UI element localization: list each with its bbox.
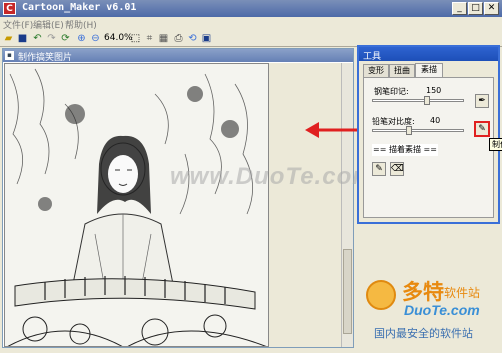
tooltip: 制作铅笔 (489, 138, 502, 151)
minimize-button[interactable]: _ (452, 2, 467, 15)
sketch-tab-panel: 钢笔印记: 150 ✒ 铅笔对比度: 40 ✎ == 描着素描 == ✎ ⌫ (363, 77, 494, 218)
vertical-scrollbar[interactable] (341, 63, 353, 347)
eraser-tool-icon[interactable]: ⌫ (390, 162, 404, 176)
tab-distort[interactable]: 扭曲 (389, 64, 415, 77)
tab-deform[interactable]: 变形 (363, 64, 389, 77)
tool-panel: 工具 变形 扭曲 素描 钢笔印记: 150 ✒ 铅笔对比度: 40 ✎ == 描… (357, 45, 500, 224)
print-icon[interactable]: ⎙ (172, 32, 185, 45)
pencil-sketch-image (5, 64, 268, 346)
site-logo: 多特 软件站 DuoTe.com 国内最安全的软件站 (362, 270, 502, 353)
zoom-in-icon[interactable]: ⊕ (75, 32, 88, 45)
app-icon: C (3, 2, 16, 15)
zoom-out-icon[interactable]: ⊖ (89, 32, 102, 45)
pen-mark-value: 150 (426, 86, 442, 95)
undo-icon[interactable]: ↶ (31, 32, 44, 45)
logo-sub-text: 软件站 (444, 286, 481, 300)
mascot-icon (366, 280, 396, 310)
select-icon[interactable]: ⬚ (129, 32, 142, 45)
sketch-canvas[interactable] (4, 63, 269, 347)
menu-bar: 文件(F) 编辑(E) 帮助(H) (0, 17, 502, 31)
sketch-mode-field[interactable]: == 描着素描 == (372, 144, 438, 156)
make-pencil-button[interactable]: ✎ (474, 121, 490, 137)
image-window-title-bar: ▪ 制作搞笑图片 (3, 49, 353, 63)
pen-mark-slider[interactable] (372, 99, 464, 102)
menu-file[interactable]: 文件(F) (3, 18, 33, 31)
pencil-tool-icon[interactable]: ✎ (372, 162, 386, 176)
crop-icon[interactable]: ⌗ (143, 32, 156, 45)
pencil-contrast-slider-thumb[interactable] (405, 126, 412, 135)
maximize-button[interactable]: □ (468, 2, 483, 15)
watermark: www.DuoTe.com (170, 163, 375, 190)
save-icon[interactable]: ■ (16, 32, 29, 45)
window-title: Cartoon_Maker v6.01 (22, 2, 137, 13)
image-window-title: 制作搞笑图片 (18, 53, 73, 63)
layers-icon[interactable]: ▦ (157, 32, 170, 45)
workspace-background (269, 63, 341, 347)
logo-url-text: DuoTe.com (404, 302, 480, 318)
menu-help[interactable]: 帮助(H) (65, 18, 97, 31)
export-icon[interactable]: ▣ (200, 32, 213, 45)
tool-panel-title-bar: 工具 (359, 47, 498, 62)
redo-icon[interactable]: ↷ (45, 32, 58, 45)
logo-slogan: 国内最安全的软件站 (374, 327, 473, 340)
menu-edit[interactable]: 编辑(E) (33, 18, 64, 31)
tool-panel-title: 工具 (363, 52, 382, 62)
pen-mark-label: 钢笔印记: (374, 87, 409, 96)
image-window: ▪ 制作搞笑图片 (2, 48, 354, 348)
tab-sketch[interactable]: 素描 (415, 63, 443, 78)
open-icon[interactable]: ▰ (2, 32, 15, 45)
document-icon: ▪ (5, 51, 14, 60)
scrollbar-thumb[interactable] (343, 249, 352, 334)
close-button[interactable]: ✕ (484, 2, 499, 15)
pen-mark-slider-thumb[interactable] (424, 96, 431, 105)
pen-icon-button[interactable]: ✒ (475, 94, 489, 108)
title-bar: C Cartoon_Maker v6.01 _ □ ✕ (0, 0, 502, 17)
pencil-contrast-slider[interactable] (372, 129, 464, 132)
pencil-contrast-value: 40 (430, 116, 441, 125)
rotate-icon[interactable]: ⟲ (186, 32, 199, 45)
refresh-icon[interactable]: ⟳ (59, 32, 72, 45)
red-arrow-annotation (305, 122, 361, 138)
